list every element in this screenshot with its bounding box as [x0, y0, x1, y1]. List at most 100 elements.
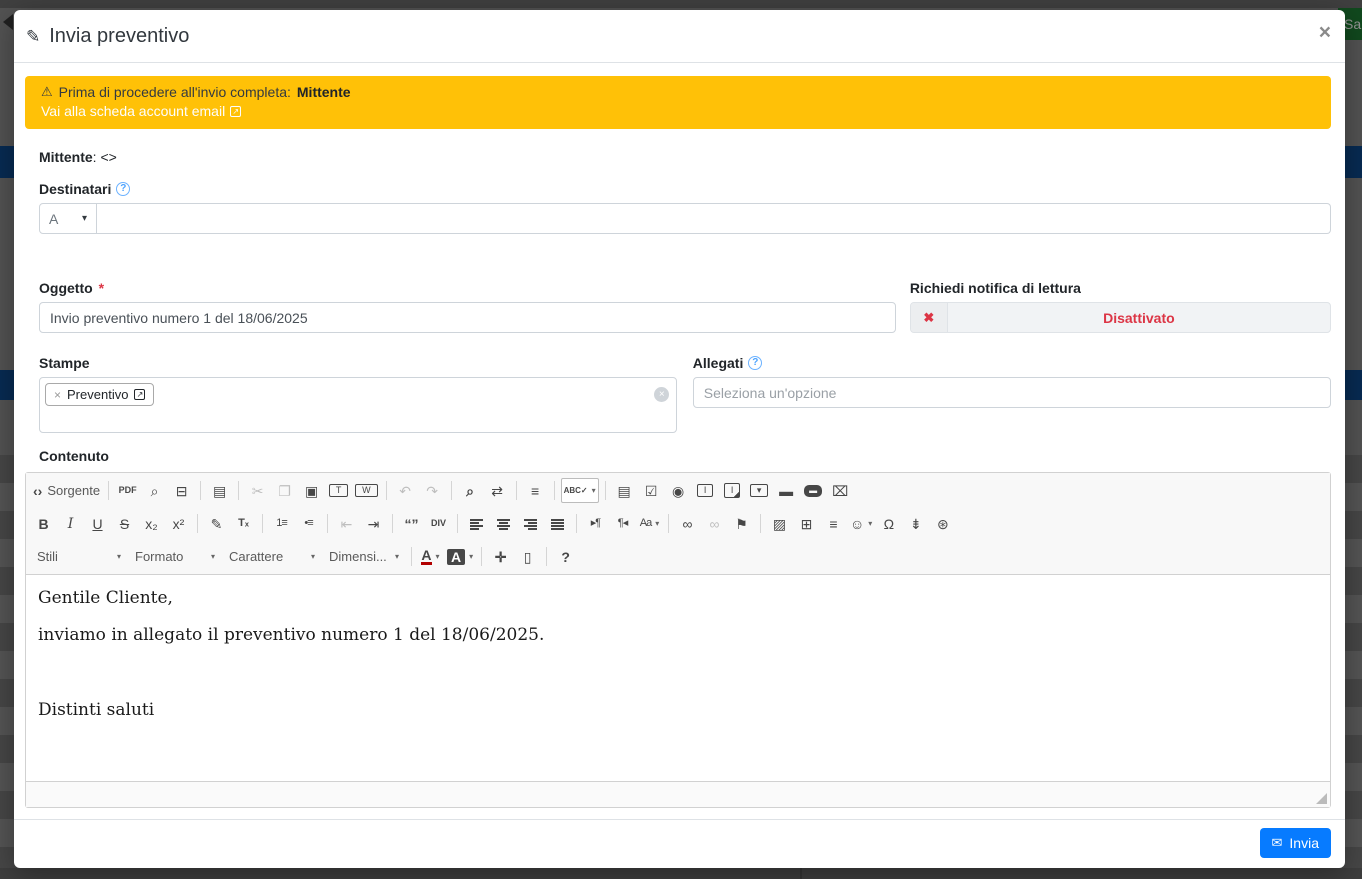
underline-button[interactable]: U — [85, 511, 110, 536]
strike-button[interactable]: S — [112, 511, 137, 536]
find-button[interactable]: ⌕ — [458, 478, 483, 503]
superscript-button[interactable]: x² — [166, 511, 191, 536]
size-combo[interactable]: Dimensi...▾ — [323, 544, 405, 569]
spellcheck-button[interactable]: ABC✓▾ — [561, 478, 599, 503]
toolbar-separator — [760, 514, 761, 533]
hidden-field-button[interactable]: ⌧ — [828, 478, 853, 503]
read-receipt-status[interactable]: Disattivato — [948, 303, 1330, 332]
paste-text-button[interactable]: T — [326, 478, 351, 503]
resize-grip[interactable] — [1316, 793, 1327, 804]
attachments-select[interactable] — [693, 377, 1331, 408]
textarea-button[interactable]: I — [720, 478, 745, 503]
export-pdf-button[interactable]: PDF — [115, 478, 140, 503]
align-justify-button[interactable] — [545, 511, 570, 536]
maximize-button[interactable]: ✛ — [488, 544, 513, 569]
print-button[interactable]: ⊟ — [169, 478, 194, 503]
close-icon[interactable]: × — [1319, 22, 1331, 43]
toolbar-separator — [197, 514, 198, 533]
align-left-button[interactable] — [464, 511, 489, 536]
help-icon[interactable]: ? — [116, 182, 130, 196]
modal-body: ⚠ Prima di procedere all'invio completa:… — [14, 63, 1345, 810]
radio-button[interactable]: ◉ — [666, 478, 691, 503]
styles-combo[interactable]: Stili▾ — [31, 544, 127, 569]
send-button[interactable]: ✉ Invia — [1260, 828, 1331, 858]
remove-format-icon: Tₓ — [238, 518, 249, 529]
form-button[interactable]: ▤ — [612, 478, 637, 503]
remove-tag-icon[interactable]: × — [54, 388, 61, 402]
paste-word-icon: W — [355, 484, 378, 497]
subscript-button[interactable]: x₂ — [139, 511, 164, 536]
special-char-button[interactable]: Ω — [876, 511, 901, 536]
image-button[interactable]: ▨ — [767, 511, 792, 536]
templates-button[interactable]: ▤ — [207, 478, 232, 503]
indent-button[interactable]: ⇥ — [361, 511, 386, 536]
bg-color-button[interactable]: A▾ — [445, 544, 475, 569]
remove-format-button[interactable]: Tₓ — [231, 511, 256, 536]
warning-line: ⚠ Prima di procedere all'invio completa:… — [41, 84, 1315, 100]
link-button[interactable]: ∞ — [675, 511, 700, 536]
bidi-rtl-button[interactable]: ¶◂ — [610, 511, 635, 536]
paste-word-button[interactable]: W — [353, 478, 380, 503]
toolbar-separator — [546, 547, 547, 566]
email-account-link[interactable]: Vai alla scheda account email ↗ — [41, 103, 241, 119]
special-char-icon: Ω — [884, 517, 894, 531]
replace-icon: ⇄ — [491, 484, 503, 498]
help-icon[interactable]: ? — [748, 356, 762, 370]
cut-icon: ✂ — [252, 484, 264, 498]
source-button[interactable]: ‹›Sorgente — [31, 478, 102, 503]
pencil-icon: ✎ — [26, 27, 40, 47]
horizontal-rule-button[interactable]: ≡ — [821, 511, 846, 536]
blockquote-button[interactable]: “” — [399, 511, 424, 536]
text-field-button[interactable]: I — [693, 478, 718, 503]
preview-button[interactable]: ⌕ — [142, 478, 167, 503]
copy-format-button[interactable]: ✎ — [204, 511, 229, 536]
text-color-button[interactable]: A▾ — [418, 544, 443, 569]
select-all-button[interactable]: ≡ — [523, 478, 548, 503]
numbered-list-button[interactable]: 1≡ — [269, 511, 294, 536]
bold-button[interactable]: B — [31, 511, 56, 536]
paste-button[interactable]: ▣ — [299, 478, 324, 503]
table-button[interactable]: ⊞ — [794, 511, 819, 536]
subject-input[interactable] — [39, 302, 896, 333]
paste-text-icon: T — [329, 484, 349, 497]
select-field-button[interactable]: ▾ — [747, 478, 772, 503]
subscript-icon: x₂ — [145, 517, 157, 531]
page-break-button[interactable]: ⇟ — [903, 511, 928, 536]
read-receipt-clear-button[interactable]: ✖ — [911, 303, 948, 332]
recipient-type-select[interactable]: A ▾ — [39, 203, 97, 234]
image-button-button[interactable]: ▬ — [801, 478, 826, 503]
attachments-label-text: Allegati — [693, 355, 744, 371]
show-blocks-button[interactable]: ▯ — [515, 544, 540, 569]
read-receipt-label-text: Richiedi notifica di lettura — [910, 280, 1081, 296]
about-icon: ? — [561, 550, 570, 564]
italic-button[interactable]: I — [58, 511, 83, 536]
caret-down-icon: ▾ — [655, 519, 659, 528]
anchor-button[interactable]: ⚑ — [729, 511, 754, 536]
modal-title: ✎ Invia preventivo — [26, 25, 1331, 48]
format-combo[interactable]: Formato▾ — [129, 544, 221, 569]
recipients-input[interactable] — [97, 203, 1331, 234]
toolbar-separator — [451, 481, 452, 500]
required-asterisk: * — [99, 280, 104, 296]
checkbox-button[interactable]: ☑ — [639, 478, 664, 503]
bidi-ltr-button[interactable]: ▸¶ — [583, 511, 608, 536]
editor-paragraph: Gentile Cliente, — [38, 588, 1318, 609]
align-right-button[interactable] — [518, 511, 543, 536]
clear-all-icon[interactable]: × — [654, 387, 669, 402]
smiley-button[interactable]: ☺▾ — [848, 511, 874, 536]
bulleted-list-button[interactable]: •≡ — [296, 511, 321, 536]
font-combo[interactable]: Carattere▾ — [223, 544, 321, 569]
iframe-button[interactable]: ⊛ — [930, 511, 955, 536]
align-center-button[interactable] — [491, 511, 516, 536]
replace-button[interactable]: ⇄ — [485, 478, 510, 503]
open-print-icon[interactable]: ↗ — [134, 389, 145, 400]
prints-multiselect[interactable]: × Preventivo ↗ × — [39, 377, 677, 433]
modal-footer: ✉ Invia — [14, 819, 1345, 868]
div-button[interactable]: DIV — [426, 511, 451, 536]
language-button[interactable]: Aa▾ — [637, 511, 662, 536]
button-button[interactable]: ▬ — [774, 478, 799, 503]
about-button[interactable]: ? — [553, 544, 578, 569]
subject-label-text: Oggetto — [39, 280, 93, 296]
editor-content[interactable]: Gentile Cliente,inviamo in allegato il p… — [26, 575, 1330, 781]
editor-paragraph — [38, 663, 1318, 684]
